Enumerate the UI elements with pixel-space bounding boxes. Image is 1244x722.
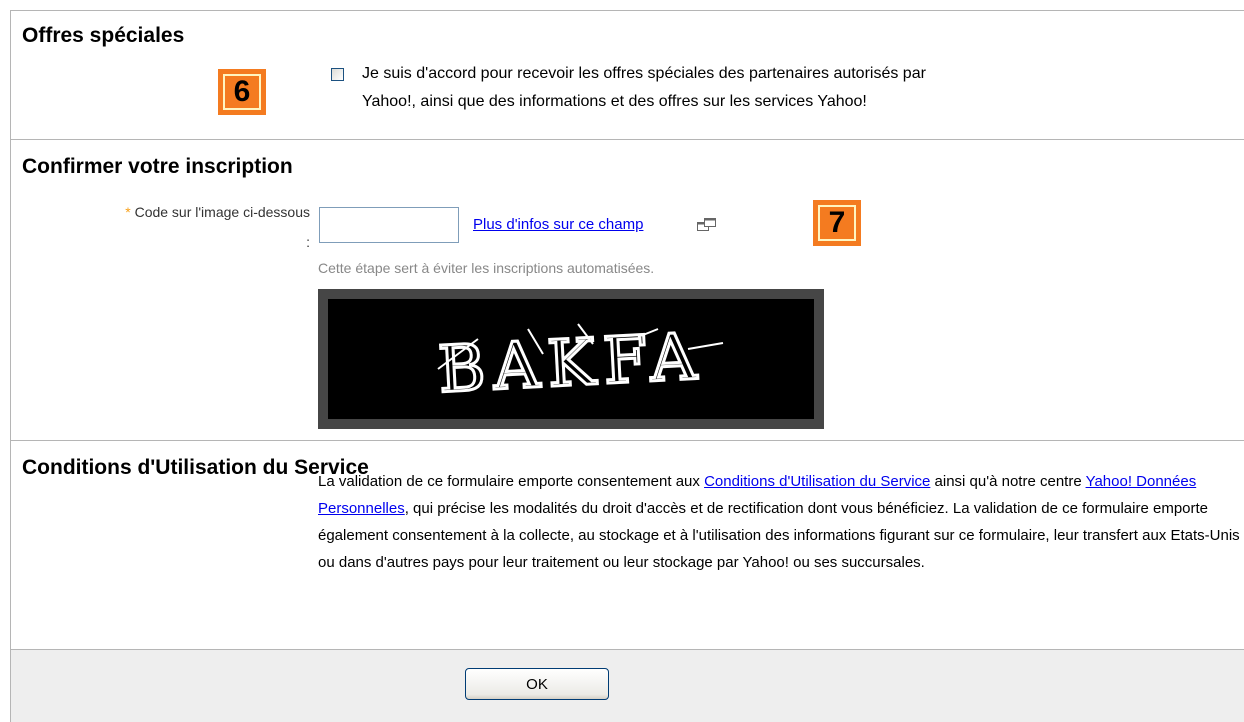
- captcha-code-label-colon: :: [306, 234, 310, 250]
- terms-of-service-link[interactable]: Conditions d'Utilisation du Service: [704, 473, 930, 490]
- confirm-section-title: Confirmer votre inscription: [22, 155, 293, 178]
- left-border: [10, 10, 11, 722]
- ok-button[interactable]: OK: [465, 668, 609, 700]
- step-badge-7-number: 7: [818, 205, 856, 241]
- offers-checkbox[interactable]: [331, 68, 344, 81]
- divider-confirm: [10, 440, 1244, 441]
- step-badge-6: 6: [218, 69, 266, 115]
- offers-text-line-2: Yahoo!, ainsi que des informations et de…: [362, 93, 867, 110]
- step-badge-6-number: 6: [223, 74, 261, 110]
- captcha-image-background: BAKFA: [328, 299, 814, 419]
- terms-text-2: ainsi qu'à notre centre: [930, 473, 1086, 490]
- terms-text-3: , qui précise les modalités du droit d'a…: [318, 500, 1240, 571]
- captcha-glyphs: BAKFA: [436, 320, 706, 408]
- captcha-distorted-text: BAKFA: [435, 319, 724, 409]
- divider-offers: [10, 139, 1244, 140]
- signup-form-page: Offres spéciales 6 Je suis d'accord pour…: [0, 0, 1244, 722]
- captcha-code-label: * Code sur l'image ci-dessous: [20, 203, 310, 222]
- required-marker: *: [125, 204, 131, 220]
- captcha-code-label-text: Code sur l'image ci-dessous: [134, 204, 310, 220]
- terms-text-1: La validation de ce formulaire emporte c…: [318, 473, 705, 490]
- offers-section-title: Offres spéciales: [22, 24, 185, 47]
- terms-paragraph: La validation de ce formulaire emporte c…: [318, 468, 1244, 576]
- divider-top: [10, 10, 1244, 11]
- captcha-code-input[interactable]: [319, 207, 459, 243]
- offers-text-line-1: Je suis d'accord pour recevoir les offre…: [362, 65, 926, 82]
- captcha-hint: Cette étape sert à éviter les inscriptio…: [318, 260, 655, 276]
- field-help-link[interactable]: Plus d'infos sur ce champ: [473, 215, 643, 235]
- captcha-image: BAKFA: [318, 289, 824, 429]
- new-window-icon[interactable]: [697, 218, 717, 232]
- step-badge-7: 7: [813, 200, 861, 246]
- terms-section-title: Conditions d'Utilisation du Service: [22, 456, 369, 479]
- form-footer: OK: [11, 650, 1244, 722]
